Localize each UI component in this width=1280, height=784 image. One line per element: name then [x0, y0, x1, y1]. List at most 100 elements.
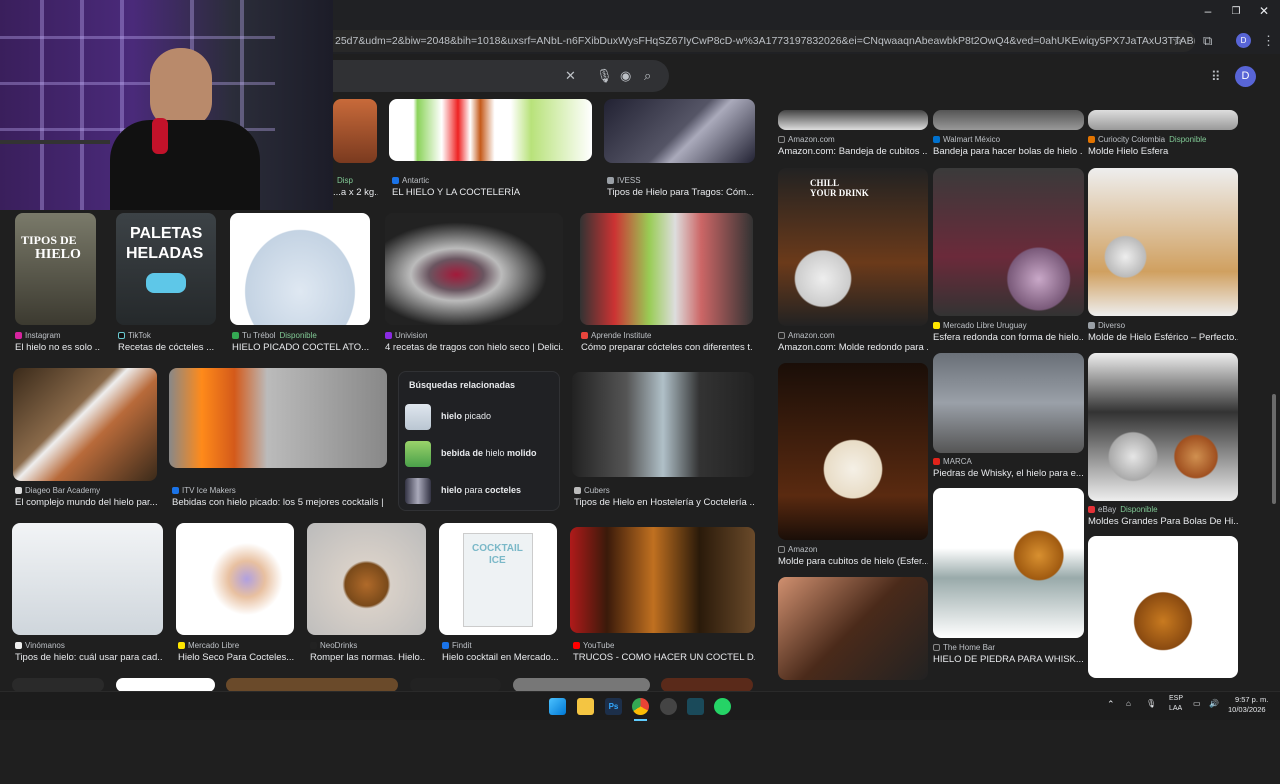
result-image[interactable]	[933, 488, 1084, 638]
extensions-icon[interactable]: ⧉	[1203, 33, 1212, 49]
result-caption[interactable]: Cómo preparar cócteles con diferentes t.…	[581, 342, 753, 353]
result-caption[interactable]: Hielo cocktail en Mercado...	[442, 652, 558, 663]
close-window-button[interactable]: ✕	[1254, 4, 1274, 18]
result-image[interactable]	[13, 368, 157, 481]
result-caption[interactable]: HIELO PICADO COCTEL ATO...	[232, 342, 370, 353]
address-bar[interactable]: 25d7&udm=2&biw=2048&bih=1018&uxsrf=ANbL-…	[333, 30, 1195, 52]
result-image[interactable]	[1088, 536, 1238, 678]
result-caption[interactable]: El hielo no es solo ...	[15, 342, 100, 353]
result-caption[interactable]: Hielo Seco Para Cocteles...	[178, 652, 294, 663]
minimize-button[interactable]: –	[1198, 4, 1218, 18]
result-image[interactable]	[572, 372, 754, 477]
result-image[interactable]	[933, 353, 1084, 453]
star-icon[interactable]: ☆	[1172, 33, 1184, 49]
result-source[interactable]: Tu Trébol Disponible	[232, 331, 317, 340]
result-source[interactable]: NeoDrinks	[310, 641, 357, 650]
result-image[interactable]	[933, 110, 1084, 130]
result-image[interactable]	[389, 99, 592, 161]
result-source[interactable]: Instagram	[15, 331, 61, 340]
related-search-item[interactable]: hielo picado	[405, 402, 555, 432]
result-caption[interactable]: Tipos de hielo: cuál usar para cad...	[15, 652, 163, 663]
result-caption[interactable]: El complejo mundo del hielo par...	[15, 497, 157, 508]
result-caption[interactable]: Piedras de Whisky, el hielo para e...	[933, 468, 1083, 479]
whatsapp-icon[interactable]	[714, 698, 731, 715]
maximize-button[interactable]: ❐	[1226, 6, 1246, 17]
result-image[interactable]	[580, 213, 753, 325]
result-source[interactable]: YouTube	[573, 641, 614, 650]
result-image[interactable]	[333, 99, 377, 163]
result-caption[interactable]: Bebidas con hielo picado: los 5 mejores …	[172, 497, 387, 508]
result-caption[interactable]: ...a x 2 kg...	[333, 187, 378, 198]
chrome-icon[interactable]	[632, 698, 649, 715]
result-image[interactable]	[778, 577, 928, 680]
result-source[interactable]: TikTok	[118, 331, 151, 340]
result-source[interactable]: Amazon	[778, 545, 817, 554]
result-caption[interactable]: Molde Hielo Esfera	[1088, 146, 1238, 157]
result-caption[interactable]: EL HIELO Y LA COCTELERÍA	[392, 187, 592, 198]
related-search-item[interactable]: bebida de hielo molido	[405, 439, 555, 469]
result-source[interactable]: Diverso	[1088, 321, 1125, 330]
result-image[interactable]	[307, 523, 426, 635]
browser-menu-icon[interactable]: ⋮	[1262, 33, 1275, 49]
result-image[interactable]	[230, 213, 370, 325]
related-search-item[interactable]: hielo para cocteles	[405, 476, 555, 506]
result-image[interactable]: PALETAS HELADAS	[116, 213, 216, 325]
microphone-icon[interactable]: 🎙	[596, 68, 613, 84]
language-region[interactable]: LAA	[1169, 705, 1182, 712]
result-image[interactable]	[176, 523, 294, 635]
lens-icon[interactable]: ◉	[620, 68, 631, 84]
result-image[interactable]: CHILL YOUR DRINK	[778, 168, 928, 326]
language-indicator[interactable]: ESP	[1169, 695, 1183, 702]
search-icon[interactable]: ⌕	[644, 68, 651, 84]
account-avatar[interactable]: D	[1235, 66, 1256, 87]
result-source[interactable]: Amazon.com	[778, 331, 835, 340]
result-caption[interactable]: Amazon.com: Molde redondo para ...	[778, 342, 928, 353]
result-image[interactable]	[410, 678, 501, 692]
obs-icon[interactable]	[660, 698, 677, 715]
result-caption[interactable]: Tipos de Hielo para Tragos: Cóm...	[607, 187, 755, 198]
result-image[interactable]	[570, 527, 755, 633]
result-image[interactable]	[933, 168, 1084, 316]
result-caption[interactable]: TRUCOS - COMO HACER UN COCTEL D...	[573, 652, 755, 663]
result-caption[interactable]: Moldes Grandes Para Bolas De Hi...	[1088, 516, 1238, 527]
app-icon[interactable]	[687, 698, 704, 715]
result-image[interactable]	[778, 110, 928, 130]
result-image[interactable]	[513, 678, 650, 692]
result-caption[interactable]: Molde para cubitos de hielo (Esfer...	[778, 556, 928, 567]
result-source[interactable]: Curiocity Colombia Disponible	[1088, 135, 1207, 144]
result-image[interactable]	[169, 368, 387, 468]
result-source[interactable]: The Home Bar	[933, 643, 995, 652]
clock-time[interactable]: 9:57 p. m.	[1235, 695, 1268, 704]
chevron-up-icon[interactable]: ⌃	[1107, 699, 1115, 710]
result-image[interactable]	[604, 99, 755, 163]
result-caption[interactable]: Tipos de Hielo en Hostelería y Coctelerí…	[574, 497, 754, 508]
result-source[interactable]: Vinómanos	[15, 641, 65, 650]
result-source[interactable]: Aprende Institute	[581, 331, 651, 340]
result-image[interactable]	[385, 213, 563, 325]
result-image[interactable]	[661, 678, 753, 692]
result-caption[interactable]: HIELO DE PIEDRA PARA WHISK...	[933, 654, 1083, 665]
result-caption[interactable]: Molde de Hielo Esférico – Perfecto...	[1088, 332, 1238, 343]
result-caption[interactable]: Bandeja para hacer bolas de hielo ...	[933, 146, 1083, 157]
result-source[interactable]: Mercado Libre Uruguay	[933, 321, 1027, 330]
result-caption[interactable]: 4 recetas de tragos con hielo seco | Del…	[385, 342, 563, 353]
result-caption[interactable]: Amazon.com: Bandeja de cubitos ...	[778, 146, 928, 157]
result-image[interactable]	[116, 678, 215, 692]
display-icon[interactable]: ▭	[1193, 699, 1201, 708]
windows-start-icon[interactable]	[549, 698, 566, 715]
photoshop-icon[interactable]: Ps	[605, 698, 622, 715]
result-image[interactable]: COCKTAIL ICE	[439, 523, 557, 635]
result-source[interactable]: Univision	[385, 331, 427, 340]
network-icon[interactable]: ⌂	[1126, 699, 1131, 708]
clock-date[interactable]: 10/03/2026	[1228, 705, 1266, 714]
result-caption[interactable]: Recetas de cócteles ...	[118, 342, 216, 353]
result-image[interactable]	[12, 678, 104, 692]
apps-grid-icon[interactable]: ⠿	[1211, 69, 1221, 85]
result-image[interactable]	[1088, 168, 1238, 316]
result-caption[interactable]: Esfera redonda con forma de hielo...	[933, 332, 1083, 343]
microphone-tray-icon[interactable]: 🎙	[1146, 699, 1156, 708]
result-source[interactable]: IVESS	[607, 176, 641, 185]
result-source[interactable]: Findit	[442, 641, 472, 650]
result-image[interactable]	[226, 678, 398, 692]
result-source[interactable]: ITV Ice Makers	[172, 486, 236, 495]
